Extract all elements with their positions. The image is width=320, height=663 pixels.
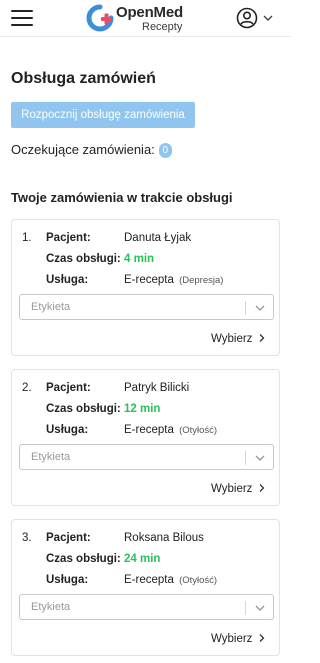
select-divider (245, 301, 246, 315)
choose-button[interactable]: Wybierz (211, 333, 267, 349)
account-menu[interactable] (236, 7, 278, 29)
patient-label: Pacjent: (46, 232, 91, 244)
choose-button[interactable]: Wybierz (211, 483, 267, 499)
service-note: (Otyłość) (179, 425, 218, 436)
logo-icon (86, 4, 114, 32)
time-label: Czas obsługi: (46, 553, 121, 565)
order-card: 2. Pacjent: Patryk Bilicki Czas obsługi:… (11, 369, 280, 506)
pending-count-badge: 0 (158, 143, 172, 158)
label-select[interactable]: Etykieta (19, 444, 274, 470)
app-header: OpenMed Recepty (0, 0, 292, 37)
patient-label: Pacjent: (46, 382, 91, 394)
start-order-button[interactable]: Rozpocznij obsługę zamówienia (11, 102, 195, 128)
service-value: E-recepta (Otyłość) (124, 574, 217, 586)
page-title: Obsługa zamówień (11, 70, 156, 87)
chevron-down-icon (255, 305, 265, 311)
choose-label: Wybierz (211, 333, 253, 345)
service-value: E-recepta (Depresja) (124, 274, 223, 286)
app-logo[interactable]: OpenMed Recepty (86, 3, 196, 33)
label-select[interactable]: Etykieta (19, 594, 274, 620)
chevron-down-icon (255, 605, 265, 611)
patient-name: Roksana Bilous (124, 532, 204, 544)
service-label: Usługa: (46, 574, 89, 586)
time-label: Czas obsługi: (46, 403, 121, 415)
patient-label: Pacjent: (46, 532, 91, 544)
select-divider (245, 601, 246, 615)
order-number: 2. (22, 382, 32, 394)
order-card: 3. Pacjent: Roksana Bilous Czas obsługi:… (11, 519, 280, 656)
menu-icon[interactable] (11, 9, 33, 27)
order-card: 1. Pacjent: Danuta Łyjak Czas obsługi: 4… (11, 219, 280, 356)
pending-orders-label: Oczekujące zamówienia: (11, 142, 155, 157)
service-time: 12 min (124, 403, 161, 415)
chevron-down-icon (263, 15, 273, 21)
choose-label: Wybierz (211, 633, 253, 645)
choose-button[interactable]: Wybierz (211, 633, 267, 649)
section-title: Twoje zamówienia w trakcie obsługi (11, 190, 233, 205)
patient-name: Patryk Bilicki (124, 382, 190, 394)
order-number: 3. (22, 532, 32, 544)
patient-name: Danuta Łyjak (124, 232, 192, 244)
label-select-placeholder: Etykieta (31, 451, 71, 463)
service-name: E-recepta (124, 574, 174, 586)
chevron-right-icon (259, 634, 265, 642)
pending-orders: Oczekujące zamówienia: 0 (11, 142, 172, 158)
order-number: 1. (22, 232, 32, 244)
chevron-down-icon (255, 455, 265, 461)
service-label: Usługa: (46, 424, 89, 436)
select-divider (245, 451, 246, 465)
brand-subtitle: Recepty (142, 21, 183, 33)
service-name: E-recepta (124, 274, 174, 286)
service-value: E-recepta (Otyłość) (124, 424, 217, 436)
label-select-placeholder: Etykieta (31, 601, 71, 613)
service-time: 4 min (124, 253, 155, 265)
time-label: Czas obsługi: (46, 253, 121, 265)
choose-label: Wybierz (211, 483, 253, 495)
label-select[interactable]: Etykieta (19, 294, 274, 320)
service-name: E-recepta (124, 424, 174, 436)
service-time: 24 min (124, 553, 161, 565)
account-icon (236, 7, 258, 29)
service-label: Usługa: (46, 274, 89, 286)
service-note: (Depresja) (179, 275, 224, 286)
chevron-right-icon (259, 334, 265, 342)
brand-name: OpenMed (116, 4, 183, 21)
chevron-right-icon (259, 484, 265, 492)
service-note: (Otyłość) (179, 575, 218, 586)
label-select-placeholder: Etykieta (31, 301, 71, 313)
